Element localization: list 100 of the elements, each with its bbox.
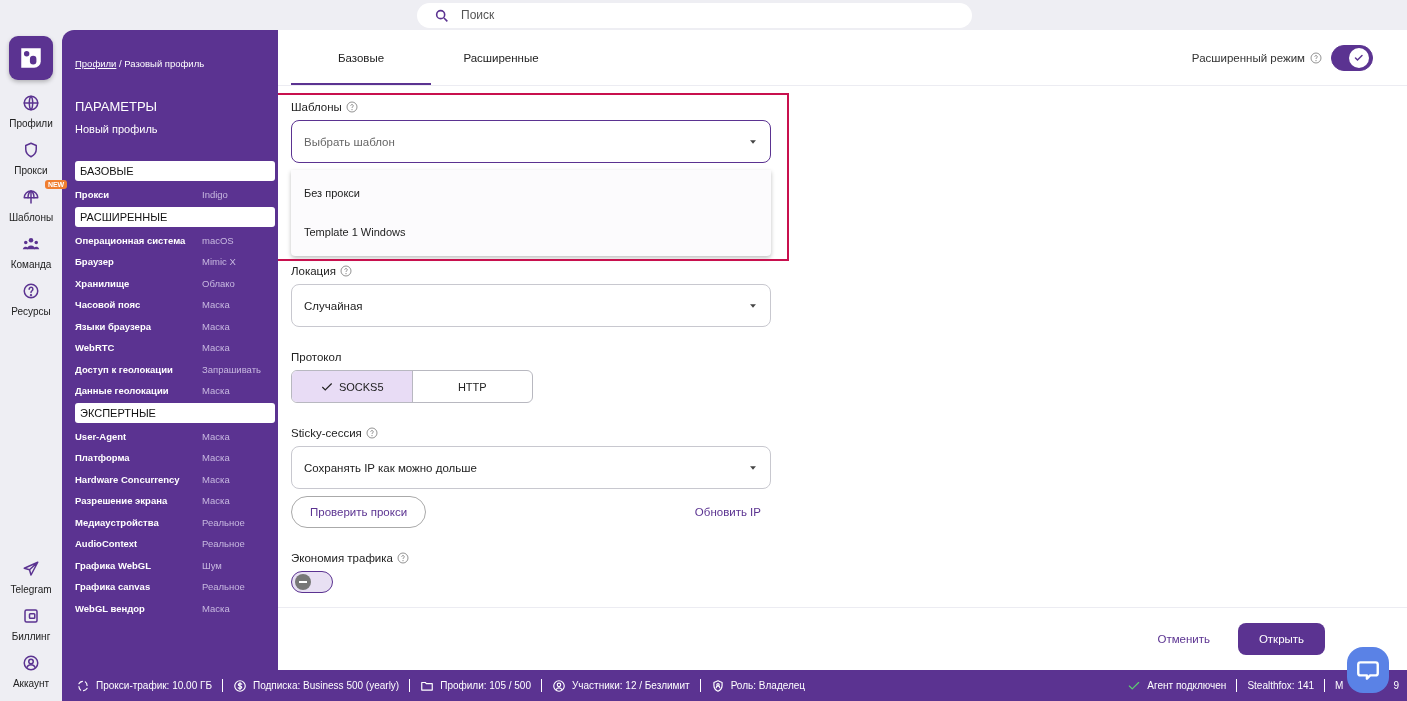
param-value: Маска xyxy=(202,319,230,333)
menu-item[interactable]: Template 1 Windows xyxy=(291,213,771,252)
param-value: Indigo xyxy=(202,188,228,201)
param-value: Маска xyxy=(202,494,230,507)
select-field[interactable]: Выбрать шаблон xyxy=(291,120,771,163)
nav-item[interactable]: Ресурсы xyxy=(11,282,51,317)
param-label: Hardware Concurrency xyxy=(75,472,181,486)
toggle-label: Расширенный режим xyxy=(1191,51,1305,64)
param-label: Прокси xyxy=(75,188,111,201)
help-icon xyxy=(339,265,352,277)
help-icon xyxy=(22,282,40,300)
nav-item[interactable]: Прокси xyxy=(14,141,48,176)
dollar-icon xyxy=(232,678,247,693)
toggle-switch[interactable] xyxy=(291,571,333,593)
param-label: Разрешение экрана xyxy=(75,494,169,507)
field-label: Sticky-сессия xyxy=(291,427,362,439)
breadcrumb-link[interactable]: Профили xyxy=(75,58,117,69)
param-label: Языки браузера xyxy=(75,319,152,333)
status-text: 9 xyxy=(1393,680,1399,691)
section-header[interactable]: БАЗОВЫЕ xyxy=(75,161,275,181)
param-label: Данные геолокации xyxy=(75,384,170,397)
menu-item[interactable]: Без прокси xyxy=(291,174,771,213)
param-value: Маска xyxy=(202,298,230,311)
nav-item[interactable]: Команда xyxy=(10,235,52,270)
param-value: Шум xyxy=(202,558,222,572)
refresh-icon xyxy=(76,678,90,693)
shield-user-icon xyxy=(710,678,725,693)
paper-plane-icon xyxy=(22,560,40,578)
param-value: macOS xyxy=(202,233,234,247)
param-label: WebRTC xyxy=(75,341,116,354)
breadcrumb-text: / Разовый профиль xyxy=(118,58,205,69)
status-text: Stealthfox: 141 xyxy=(1247,680,1315,691)
status-text: Роль: Владелец xyxy=(730,680,806,691)
umbrella-icon xyxy=(22,188,40,206)
account-icon xyxy=(22,654,40,672)
param-label: Браузер xyxy=(75,255,115,268)
section-header[interactable]: ЭКСПЕРТНЫЕ xyxy=(75,402,275,423)
param-label: Доступ к геолокации xyxy=(75,362,174,376)
param-value: Маска xyxy=(202,341,230,354)
param-label: Графика WebGL xyxy=(75,558,152,572)
cancel-button[interactable]: Отменить xyxy=(1151,632,1216,646)
status-text: Подписка: Business 500 (yearly) xyxy=(252,680,400,691)
help-icon xyxy=(365,427,378,439)
nav-item[interactable]: Биллинг xyxy=(11,607,51,642)
param-label: WebGL вендор xyxy=(75,601,146,615)
section-header[interactable]: РАСШИРЕННЫЕ xyxy=(75,206,275,227)
logo-icon xyxy=(18,45,44,71)
help-icon xyxy=(396,552,409,564)
panel-title: ПАРАМЕТРЫ xyxy=(75,99,159,114)
param-label: Часовой пояс xyxy=(75,298,142,311)
nav-item[interactable]: Шаблоны xyxy=(8,188,54,223)
search-icon xyxy=(434,7,450,24)
field-label: Локация xyxy=(291,265,336,277)
param-value: Маска xyxy=(202,384,230,397)
panel-subtitle: Новый профиль xyxy=(75,123,159,135)
param-value: Реальное xyxy=(202,515,245,529)
status-text: Агент подключен xyxy=(1147,680,1227,691)
param-label: User-Agent xyxy=(75,429,128,443)
shield-icon xyxy=(22,141,40,159)
param-value: Mimic X xyxy=(202,255,236,268)
nav-item[interactable]: Аккаунт xyxy=(12,654,50,689)
open-button[interactable]: Открыть xyxy=(1238,623,1325,655)
help-icon xyxy=(1310,51,1322,64)
globe-icon xyxy=(22,94,40,112)
app-logo[interactable] xyxy=(9,36,53,80)
toggle-switch[interactable] xyxy=(1331,44,1373,71)
param-value: Маска xyxy=(202,429,230,443)
status-text: Профили: 105 / 500 xyxy=(440,680,531,691)
user-icon xyxy=(552,678,566,693)
refresh-ip-link[interactable]: Обновить IP xyxy=(694,506,761,518)
param-value: Маска xyxy=(202,601,230,615)
param-label: Хранилище xyxy=(75,276,131,290)
field-label: Шаблоны xyxy=(291,101,342,113)
param-label: Платформа xyxy=(75,451,131,464)
param-label: AudioContext xyxy=(75,537,139,550)
search-field[interactable]: Поиск xyxy=(417,2,972,28)
select-field[interactable]: Случайная xyxy=(291,284,771,327)
param-label: Операционная система xyxy=(75,233,187,247)
param-value: Реальное xyxy=(202,537,245,550)
param-label: Графика canvas xyxy=(75,580,152,593)
tab[interactable]: Расширенные xyxy=(431,30,571,85)
param-value: Реальное xyxy=(202,580,245,593)
help-icon xyxy=(345,101,358,113)
segment-option[interactable]: HTTP xyxy=(411,371,532,402)
tab[interactable]: Базовые xyxy=(291,30,431,85)
select-field[interactable]: Сохранять IP как можно дольше xyxy=(291,446,771,489)
param-value: Маска xyxy=(202,472,230,486)
param-value: Запрашивать xyxy=(202,362,261,376)
chat-button[interactable] xyxy=(1347,647,1389,693)
segment-option[interactable]: SOCKS5 xyxy=(292,371,412,402)
wallet-icon xyxy=(22,607,40,625)
param-value: Маска xyxy=(202,451,230,464)
check-proxy-button[interactable]: Проверить прокси xyxy=(291,496,427,528)
param-label: Медиаустройства xyxy=(75,515,160,529)
nav-item[interactable]: Telegram xyxy=(10,560,52,595)
status-text: M xyxy=(1335,680,1344,691)
field-label: Экономия трафика xyxy=(291,552,393,564)
nav-item[interactable]: Профили xyxy=(9,94,53,129)
param-value: Облако xyxy=(202,276,235,290)
field-label: Протокол xyxy=(291,351,342,363)
